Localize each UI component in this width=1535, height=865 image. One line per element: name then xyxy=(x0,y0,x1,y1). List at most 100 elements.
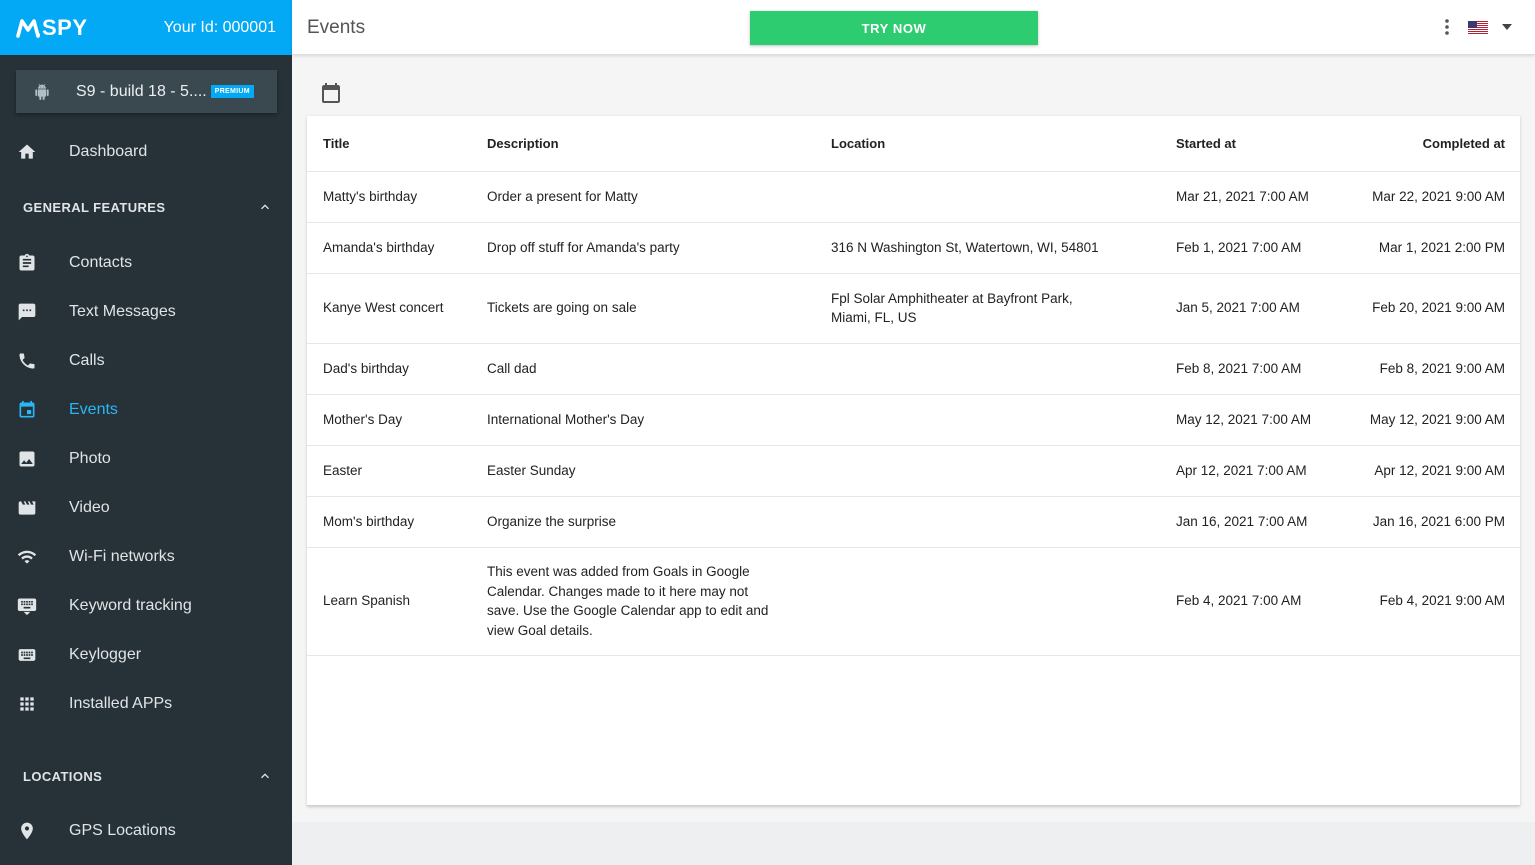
chat-icon xyxy=(18,303,36,321)
logo[interactable]: SPY xyxy=(16,15,88,41)
keyword-icon xyxy=(17,598,37,616)
cell-completed-at: Mar 1, 2021 2:00 PM xyxy=(1346,222,1520,274)
cell-started-at: Mar 21, 2021 7:00 AM xyxy=(1176,171,1346,223)
date-picker-icon[interactable] xyxy=(319,81,343,105)
events-table-card: Title Description Location Started at Co… xyxy=(307,116,1520,806)
cell-completed-at: Jan 16, 2021 6:00 PM xyxy=(1346,496,1520,548)
sidebar-item-wifi-networks[interactable]: Wi-Fi networks xyxy=(0,537,292,577)
more-vert-icon[interactable] xyxy=(1442,17,1452,37)
column-header-completed-at[interactable]: Completed at xyxy=(1346,116,1520,172)
cell-description: Tickets are going on sale xyxy=(487,273,831,344)
cell-completed-at: Feb 4, 2021 9:00 AM xyxy=(1346,547,1520,656)
sidebar-item-contacts[interactable]: Contacts xyxy=(0,243,292,283)
section-general-features[interactable]: GENERAL FEATURES xyxy=(23,199,273,215)
table-row[interactable]: Kanye West concert Tickets are going on … xyxy=(307,273,1520,344)
column-header-description[interactable]: Description xyxy=(487,116,831,172)
table-row[interactable]: Learn Spanish This event was added from … xyxy=(307,547,1520,656)
cell-completed-at: Apr 12, 2021 9:00 AM xyxy=(1346,445,1520,497)
location-text: Fpl Solar Amphitheater at Bayfront Park,… xyxy=(831,290,1073,326)
cell-started-at: Apr 12, 2021 7:00 AM xyxy=(1176,445,1346,497)
phone-icon xyxy=(19,353,35,369)
table-row[interactable]: Easter Easter Sunday Apr 12, 2021 7:00 A… xyxy=(307,445,1520,497)
sidebar-item-label: GPS Locations xyxy=(69,822,176,839)
cell-completed-at: Feb 20, 2021 9:00 AM xyxy=(1346,273,1520,344)
section-label: LOCATIONS xyxy=(23,768,103,784)
table-row[interactable]: Mom's birthday Organize the surprise Jan… xyxy=(307,496,1520,548)
footer-strip xyxy=(292,822,1535,865)
column-header-location[interactable]: Location xyxy=(831,116,1176,172)
column-header-started-at[interactable]: Started at xyxy=(1176,116,1346,172)
sidebar-item-calls[interactable]: Calls xyxy=(0,341,292,381)
sidebar-item-label: Events xyxy=(69,401,118,418)
cell-location xyxy=(831,547,1176,656)
cell-started-at: Feb 4, 2021 7:00 AM xyxy=(1176,547,1346,656)
premium-badge: PREMIUM xyxy=(210,85,254,98)
cell-location: Fpl Solar Amphitheater at Bayfront Park,… xyxy=(831,273,1176,344)
sidebar-item-label: Dashboard xyxy=(69,143,148,160)
cell-title: Kanye West concert xyxy=(307,273,487,344)
cell-location xyxy=(831,496,1176,548)
apps-icon xyxy=(20,697,34,711)
wifi-icon xyxy=(17,550,37,564)
chevron-up-icon xyxy=(261,204,269,210)
cell-title: Matty's birthday xyxy=(307,171,487,223)
cell-title: Learn Spanish xyxy=(307,547,487,656)
cell-title: Amanda's birthday xyxy=(307,222,487,274)
description-text: Order a present for Matty xyxy=(487,188,638,204)
m-logo-icon xyxy=(16,18,40,38)
cell-location xyxy=(831,394,1176,446)
cell-location xyxy=(831,343,1176,395)
logo-text: SPY xyxy=(42,14,88,40)
table-row[interactable]: Amanda's birthday Drop off stuff for Ama… xyxy=(307,222,1520,274)
top-bar: Events TRY NOW xyxy=(292,0,1535,55)
cell-completed-at: Feb 8, 2021 9:00 AM xyxy=(1346,343,1520,395)
description-text: Organize the surprise xyxy=(487,513,617,529)
section-locations[interactable]: LOCATIONS xyxy=(23,768,273,784)
sidebar-item-keylogger[interactable]: Keylogger xyxy=(0,635,292,675)
cell-description: Drop off stuff for Amanda's party xyxy=(487,222,831,274)
sidebar-item-events[interactable]: Events xyxy=(0,390,292,430)
caret-down-icon[interactable] xyxy=(1502,24,1512,30)
sidebar-item-label: Wi-Fi networks xyxy=(69,548,175,565)
cell-started-at: Feb 1, 2021 7:00 AM xyxy=(1176,222,1346,274)
cell-location xyxy=(831,445,1176,497)
cell-location: 316 N Washington St, Watertown, WI, 5480… xyxy=(831,222,1176,274)
cell-completed-at: Mar 22, 2021 9:00 AM xyxy=(1346,171,1520,223)
section-label: GENERAL FEATURES xyxy=(23,199,166,215)
table-row[interactable]: Mother's Day International Mother's Day … xyxy=(307,394,1520,446)
sidebar-item-keyword-tracking[interactable]: Keyword tracking xyxy=(0,586,292,626)
sidebar-item-installed-apps[interactable]: Installed APPs xyxy=(0,684,292,724)
brand-bar: SPY Your Id: 000001 xyxy=(0,0,292,55)
cell-description: This event was added from Goals in Googl… xyxy=(487,547,831,656)
description-text: This event was added from Goals in Googl… xyxy=(487,564,769,638)
calendar-icon xyxy=(19,400,35,418)
sidebar-item-label: Keyword tracking xyxy=(69,597,192,614)
sidebar-item-video[interactable]: Video xyxy=(0,488,292,528)
cell-location xyxy=(831,171,1176,223)
home-icon xyxy=(18,144,36,159)
android-icon xyxy=(35,83,49,100)
us-flag-icon[interactable] xyxy=(1468,21,1488,34)
try-now-button[interactable]: TRY NOW xyxy=(750,11,1038,45)
description-text: International Mother's Day xyxy=(487,411,645,427)
cell-completed-at: May 12, 2021 9:00 AM xyxy=(1346,394,1520,446)
cell-description: Order a present for Matty xyxy=(487,171,831,223)
contacts-icon xyxy=(19,253,35,271)
sidebar-item-photo[interactable]: Photo xyxy=(0,439,292,479)
sidebar-item-label: Photo xyxy=(69,450,111,467)
sidebar-item-label: Contacts xyxy=(69,254,133,271)
table-row[interactable]: Matty's birthday Order a present for Mat… xyxy=(307,171,1520,223)
events-table: Title Description Location Started at Co… xyxy=(307,116,1520,656)
chevron-up-icon xyxy=(261,773,269,779)
description-text: Drop off stuff for Amanda's party xyxy=(487,239,680,255)
table-row[interactable]: Dad's birthday Call dad Feb 8, 2021 7:00… xyxy=(307,343,1520,395)
cell-started-at: Jan 5, 2021 7:00 AM xyxy=(1176,273,1346,344)
sidebar: SPY Your Id: 000001 S9 - build 18 - 5...… xyxy=(0,0,292,865)
sidebar-item-dashboard[interactable]: Dashboard xyxy=(0,132,292,172)
column-header-title[interactable]: Title xyxy=(307,116,487,172)
sidebar-item-gps-locations[interactable]: GPS Locations xyxy=(0,811,292,851)
device-selector[interactable]: S9 - build 18 - 5.... PREMIUM xyxy=(16,70,277,113)
sidebar-item-label: Text Messages xyxy=(69,303,176,320)
description-text: Tickets are going on sale xyxy=(487,300,637,316)
sidebar-item-text-messages[interactable]: Text Messages xyxy=(0,292,292,332)
